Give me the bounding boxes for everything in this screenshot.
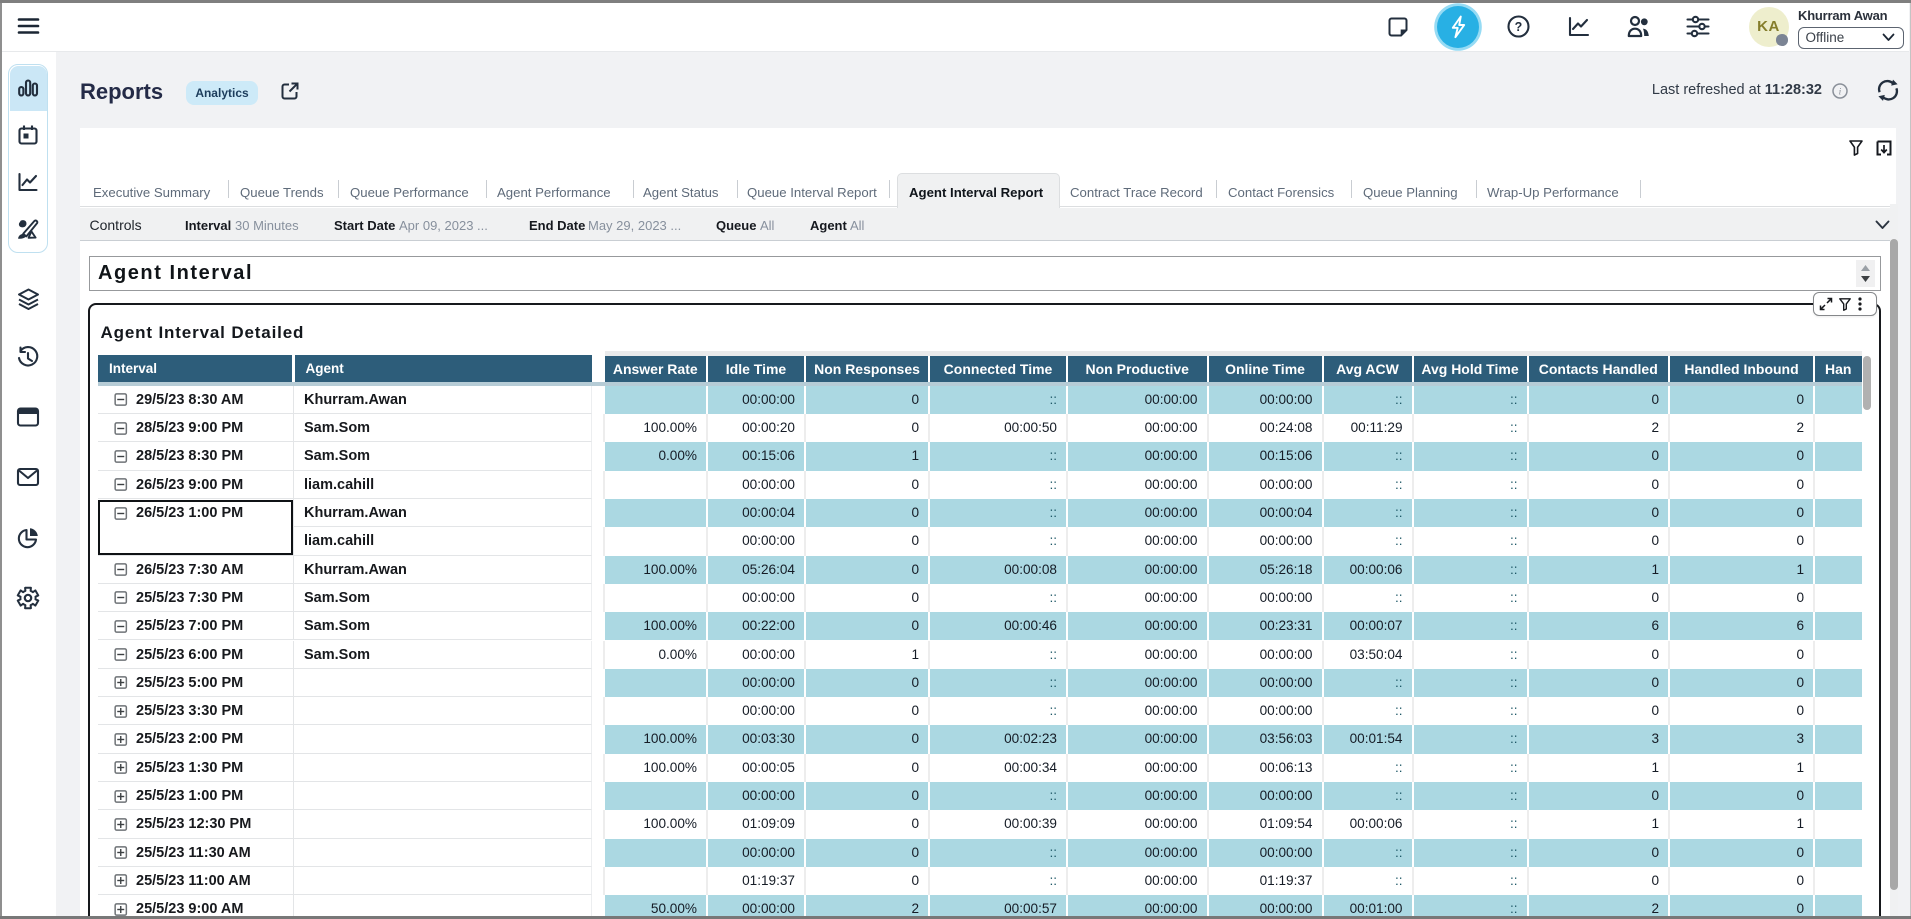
svg-text:?: ? <box>1515 20 1523 34</box>
svg-text:i: i <box>1839 88 1842 98</box>
